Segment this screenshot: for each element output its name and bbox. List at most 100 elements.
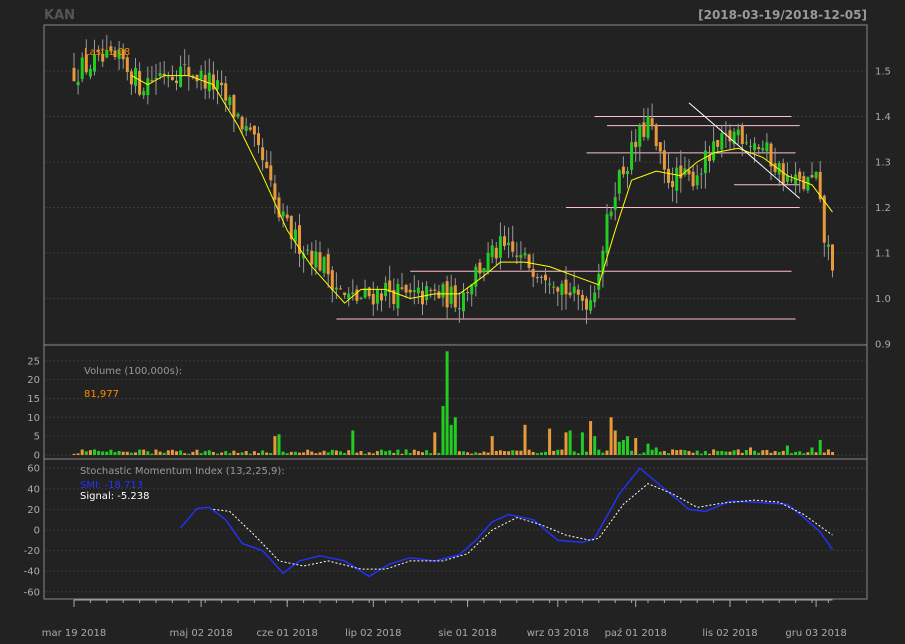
price-candle-down	[408, 289, 412, 293]
volume-y-tick-label: 25	[27, 356, 40, 367]
volume-last-label: 81,977	[84, 389, 119, 400]
price-candle-down	[429, 289, 433, 291]
volume-bar-down	[740, 452, 744, 455]
volume-bar-up	[404, 449, 408, 455]
price-candle-up	[449, 286, 453, 304]
volume-bar-up	[732, 450, 736, 455]
price-candle-down	[798, 171, 802, 179]
price-candle-down	[654, 124, 658, 147]
volume-bar-down	[560, 449, 564, 455]
price-candle-down	[404, 284, 408, 293]
price-candle-down	[831, 244, 834, 271]
price-candle-down	[367, 287, 371, 297]
price-candle-up	[695, 175, 699, 186]
volume-bar-up	[777, 452, 781, 455]
volume-bar-up	[396, 449, 400, 455]
price-candle-down	[371, 293, 375, 305]
volume-bar-down	[359, 451, 363, 455]
volume-bar-down	[298, 452, 301, 455]
chart-background	[0, 0, 905, 644]
price-candle-down	[339, 288, 342, 290]
price-candle-down	[634, 141, 638, 148]
volume-bar-down	[548, 428, 552, 455]
price-candle-up	[166, 76, 170, 78]
volume-bar-down	[494, 450, 498, 455]
volume-bar-up	[93, 449, 96, 455]
volume-bar-up	[568, 430, 572, 455]
volume-bar-down	[761, 450, 765, 455]
price-candle-up	[630, 142, 634, 170]
price-candle-up	[519, 254, 523, 258]
volume-bar-up	[556, 449, 560, 455]
price-candle-down	[687, 169, 691, 175]
volume-bar-down	[457, 451, 461, 455]
price-candle-down	[658, 142, 662, 152]
volume-bar-up	[330, 449, 334, 455]
volume-bar-up	[716, 451, 720, 455]
chart-date-range: [2018-03-19/2018-12-05]	[698, 8, 867, 22]
price-candle-down	[511, 241, 515, 252]
x-axis-date-label: lip 02 2018	[345, 628, 401, 639]
volume-bar-up	[667, 453, 670, 455]
volume-bar-down	[244, 451, 248, 455]
volume-bar-up	[642, 452, 646, 455]
volume-bar-down	[781, 450, 785, 455]
volume-bar-down	[470, 453, 474, 455]
price-y-tick-label: 1.3	[875, 158, 891, 169]
volume-bar-down	[76, 453, 80, 455]
price-candle-up	[761, 147, 765, 151]
price-candle-up	[474, 266, 478, 287]
price-candle-up	[507, 242, 511, 246]
price-candle-up	[646, 116, 650, 138]
volume-bar-up	[138, 449, 142, 455]
volume-bar-up	[228, 453, 232, 455]
x-axis-date-label: sie 01 2018	[438, 628, 497, 639]
volume-bar-up	[802, 453, 806, 455]
volume-bar-up	[449, 424, 453, 455]
price-candle-down	[170, 76, 174, 81]
volume-bar-up	[101, 451, 105, 455]
price-candle-up	[626, 170, 629, 175]
price-candle-up	[498, 236, 502, 258]
volume-bar-up	[146, 451, 150, 455]
volume-bar-up	[511, 450, 515, 455]
volume-bar-down	[691, 452, 695, 455]
volume-bar-up	[84, 451, 88, 455]
volume-bar-down	[675, 450, 679, 455]
price-candle-down	[503, 236, 506, 246]
volume-bar-up	[654, 447, 658, 455]
price-candle-down	[568, 292, 572, 296]
volume-bar-up	[597, 449, 601, 455]
volume-bar-up	[117, 450, 121, 455]
price-candle-up	[416, 287, 420, 294]
volume-bar-down	[392, 452, 396, 455]
smi-y-tick-label: 20	[27, 505, 40, 516]
price-candle-down	[285, 214, 289, 219]
volume-bar-up	[453, 417, 457, 455]
price-candle-up	[425, 285, 429, 301]
volume-bar-down	[306, 449, 310, 455]
volume-bar-down	[375, 451, 379, 455]
volume-bar-down	[236, 452, 240, 455]
volume-bar-down	[589, 421, 593, 455]
price-candle-down	[453, 285, 457, 308]
price-candle-down	[437, 291, 441, 299]
volume-bar-up	[646, 443, 650, 455]
price-candle-up	[523, 253, 527, 256]
price-candle-down	[671, 180, 675, 188]
x-axis-date-label: paź 01 2018	[605, 627, 667, 639]
volume-bar-up	[753, 450, 757, 455]
volume-bar-down	[564, 432, 568, 455]
price-candle-down	[466, 292, 470, 294]
price-candle-up	[548, 283, 552, 285]
volume-bar-down	[367, 452, 371, 455]
price-y-tick-label: 1.2	[875, 203, 891, 214]
price-candle-down	[679, 165, 683, 179]
volume-bar-down	[412, 449, 416, 455]
price-candle-up	[207, 72, 211, 92]
volume-bar-down	[662, 451, 666, 455]
price-candle-up	[482, 268, 486, 273]
volume-bar-down	[314, 453, 318, 455]
volume-bar-down	[302, 452, 306, 455]
volume-bar-up	[790, 453, 793, 455]
